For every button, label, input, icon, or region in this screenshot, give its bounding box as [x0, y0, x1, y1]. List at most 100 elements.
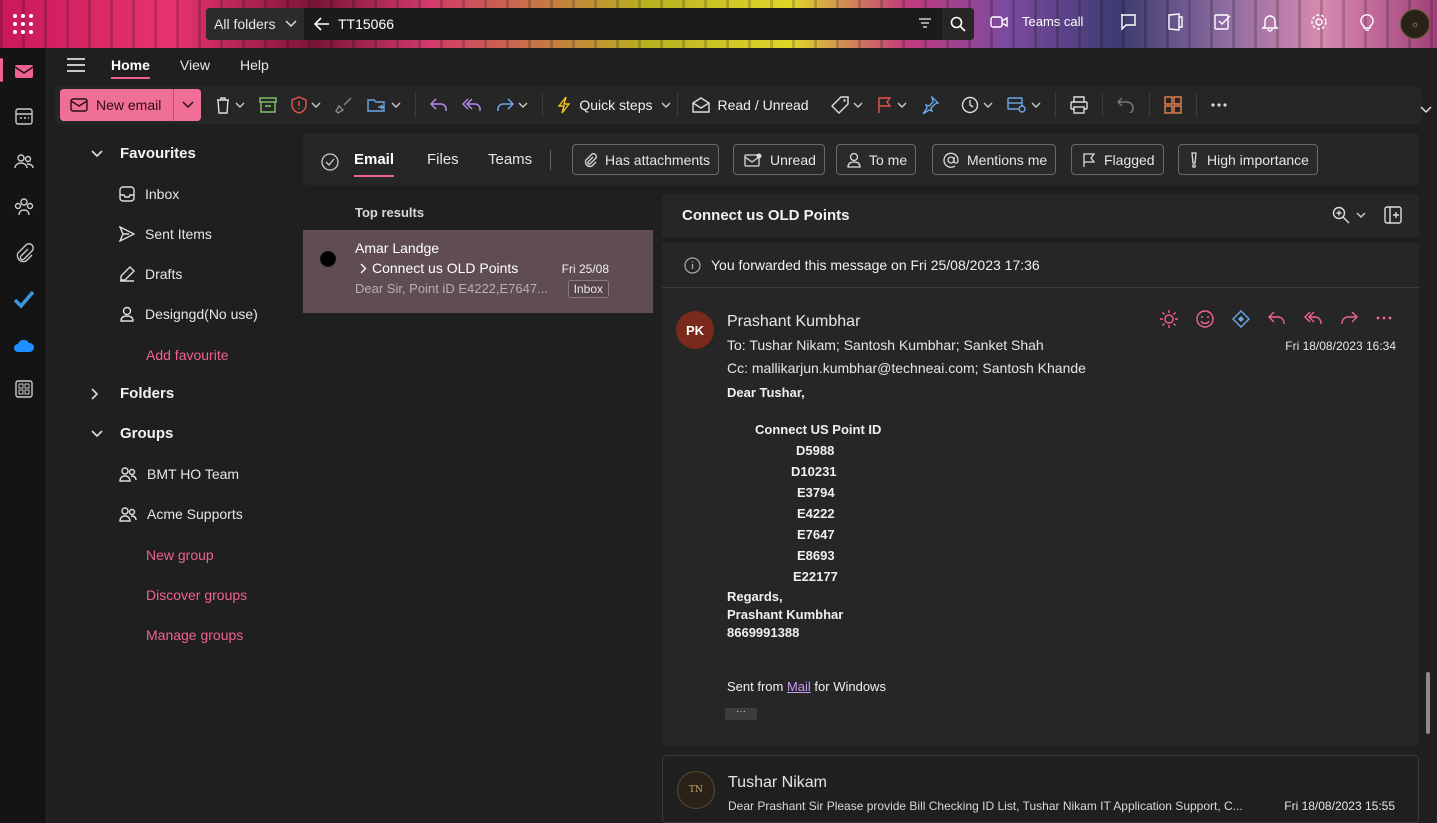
teams-call-button[interactable]: Teams call: [990, 14, 1083, 29]
sender-avatar[interactable]: TN: [677, 771, 715, 809]
sender-avatar[interactable]: PK: [676, 311, 714, 349]
more-horizontal-icon[interactable]: [1375, 309, 1393, 329]
folder-inbox[interactable]: Inbox: [119, 186, 179, 202]
list-item[interactable]: Amar Landge Connect us OLD Points Fri 25…: [303, 230, 653, 313]
groups-header[interactable]: Groups: [91, 425, 174, 442]
snooze-button[interactable]: [961, 96, 993, 114]
search-box[interactable]: All folders TT15066: [206, 8, 974, 40]
sweep-button[interactable]: [335, 96, 353, 114]
selection-radio[interactable]: [320, 251, 336, 267]
chat-icon[interactable]: [1118, 12, 1138, 32]
read-unread-button[interactable]: Read / Unread: [691, 97, 809, 113]
zoom-button[interactable]: [1332, 206, 1366, 224]
search-scope-dropdown[interactable]: All folders: [206, 8, 304, 40]
undo-button[interactable]: [1116, 97, 1135, 113]
tasks-icon[interactable]: [1213, 12, 1233, 32]
office-icon[interactable]: [1165, 12, 1185, 32]
app-launcher-icon[interactable]: [12, 13, 34, 35]
mail-icon[interactable]: [13, 60, 35, 82]
show-trimmed-content-button[interactable]: ···: [725, 707, 757, 720]
sun-icon[interactable]: [1159, 309, 1179, 329]
flag-button[interactable]: [877, 96, 907, 114]
gear-icon[interactable]: [1309, 12, 1329, 32]
delete-button[interactable]: [215, 96, 245, 114]
mentions-me-filter[interactable]: Mentions me: [932, 144, 1057, 175]
move-to-button[interactable]: [367, 97, 401, 113]
new-email-dropdown[interactable]: [173, 89, 202, 121]
open-in-new-window-icon[interactable]: [1384, 206, 1402, 224]
onedrive-icon[interactable]: [13, 335, 35, 357]
add-favourite-link[interactable]: Add favourite: [146, 347, 229, 363]
more-apps-icon[interactable]: [13, 378, 35, 400]
folder-designgd[interactable]: Designgd(No use): [119, 306, 258, 322]
sent-from-prefix: Sent from: [727, 679, 787, 694]
sender-name[interactable]: Prashant Kumbhar: [727, 313, 860, 331]
search-filter-bar: Email Files Teams Has attachments Unread…: [303, 133, 1419, 185]
tab-teams[interactable]: Teams: [488, 151, 532, 168]
point-id: E7647: [797, 527, 835, 542]
has-attachments-filter[interactable]: Has attachments: [572, 144, 720, 175]
loop-icon[interactable]: [1231, 309, 1251, 329]
reply-all-button[interactable]: [462, 98, 482, 112]
report-button[interactable]: [291, 96, 321, 114]
groups-label: Groups: [120, 425, 174, 442]
discover-groups-link[interactable]: Discover groups: [146, 587, 247, 603]
group-acme-supports[interactable]: Acme Supports: [119, 506, 243, 522]
new-group-link[interactable]: New group: [146, 547, 214, 563]
archive-button[interactable]: [259, 97, 278, 113]
mail-app-link[interactable]: Mail: [787, 679, 811, 694]
reading-pane-scrollbar[interactable]: [1426, 672, 1430, 734]
pin-button[interactable]: [921, 96, 939, 114]
favourites-header[interactable]: Favourites: [91, 145, 196, 162]
flagged-filter[interactable]: Flagged: [1071, 144, 1164, 175]
print-button[interactable]: [1069, 96, 1088, 114]
account-logo-icon: ☼: [1410, 19, 1420, 29]
point-id: E4222: [797, 506, 835, 521]
lightbulb-icon[interactable]: [1357, 12, 1377, 32]
rules-button[interactable]: [1006, 96, 1041, 114]
info-icon: [684, 256, 701, 274]
attachment-icon[interactable]: [13, 242, 35, 264]
to-me-filter[interactable]: To me: [836, 144, 917, 175]
bell-icon[interactable]: [1260, 12, 1280, 32]
folder-drafts[interactable]: Drafts: [119, 266, 182, 282]
search-button[interactable]: [942, 8, 974, 40]
groups-icon[interactable]: [13, 196, 35, 218]
todo-icon[interactable]: [13, 288, 35, 310]
search-input[interactable]: TT15066: [338, 16, 394, 32]
chevron-right-icon[interactable]: [360, 263, 367, 274]
reply-button[interactable]: [430, 98, 448, 112]
reply-all-icon[interactable]: [1303, 309, 1323, 329]
apps-button[interactable]: [1163, 96, 1182, 114]
new-email-split-button[interactable]: New email: [60, 89, 202, 121]
account-avatar[interactable]: ☼: [1400, 9, 1430, 39]
calendar-icon[interactable]: [13, 105, 35, 127]
tab-files[interactable]: Files: [427, 151, 459, 168]
folders-header[interactable]: Folders: [91, 385, 174, 402]
smiley-icon[interactable]: [1195, 309, 1215, 329]
back-arrow-icon[interactable]: [314, 17, 330, 31]
group-bmt-ho-team[interactable]: BMT HO Team: [119, 466, 239, 482]
tab-view[interactable]: View: [180, 57, 210, 73]
reply-icon[interactable]: [1267, 309, 1287, 329]
ribbon-collapse-chevron-icon[interactable]: [1420, 106, 1432, 114]
forward-button[interactable]: [496, 98, 528, 112]
forward-icon[interactable]: [1339, 309, 1359, 329]
tab-home[interactable]: Home: [111, 57, 150, 79]
new-email-button[interactable]: New email: [60, 89, 174, 121]
high-importance-filter[interactable]: High importance: [1178, 144, 1318, 175]
quick-steps-button[interactable]: Quick steps: [557, 96, 670, 114]
tab-help[interactable]: Help: [240, 57, 269, 73]
filter-icon[interactable]: [918, 17, 932, 29]
people-icon[interactable]: [13, 150, 35, 172]
tag-button[interactable]: [830, 96, 863, 114]
hamburger-menu-icon[interactable]: [67, 58, 85, 72]
unread-filter[interactable]: Unread: [733, 144, 825, 175]
more-options-button[interactable]: [1210, 103, 1227, 107]
inbox-icon: [119, 186, 135, 202]
manage-groups-link[interactable]: Manage groups: [146, 627, 243, 643]
folder-sent-items[interactable]: Sent Items: [119, 226, 212, 242]
select-all-checkbox[interactable]: [321, 153, 339, 171]
tab-email[interactable]: Email: [354, 151, 395, 177]
collapsed-email-message[interactable]: TN Tushar Nikam Dear Prashant Sir Please…: [662, 755, 1419, 823]
